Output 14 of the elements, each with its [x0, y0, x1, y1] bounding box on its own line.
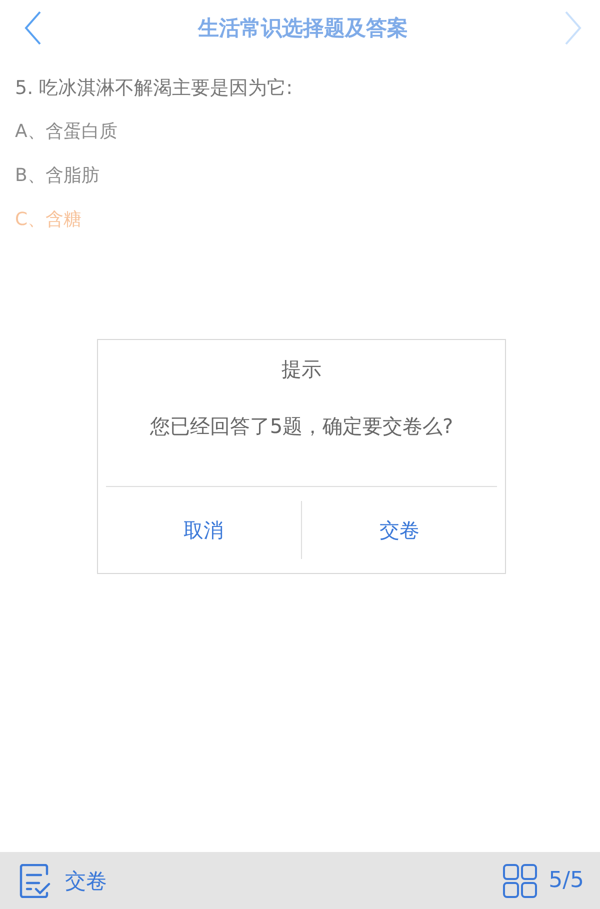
grid-icon — [502, 864, 537, 898]
question-text: 5. 吃冰淇淋不解渴主要是因为它: — [15, 76, 294, 100]
chevron-right-icon — [564, 11, 582, 45]
checklist-icon — [19, 864, 51, 898]
dialog-title: 提示 — [282, 356, 322, 383]
cancel-button[interactable]: 取消 — [106, 501, 301, 559]
answer-option[interactable]: A、含蛋白质 — [15, 120, 118, 144]
confirm-button[interactable]: 交卷 — [302, 501, 497, 559]
dialog-message: 您已经回答了5题，确定要交卷么? — [150, 413, 454, 440]
page-title: 生活常识选择题及答案 — [198, 15, 408, 42]
submit-button[interactable]: 交卷 — [19, 864, 107, 898]
answer-option[interactable]: B、含脂肪 — [15, 164, 100, 188]
question-grid-button[interactable]: 5/5 — [502, 864, 584, 898]
chevron-left-icon — [24, 11, 42, 45]
